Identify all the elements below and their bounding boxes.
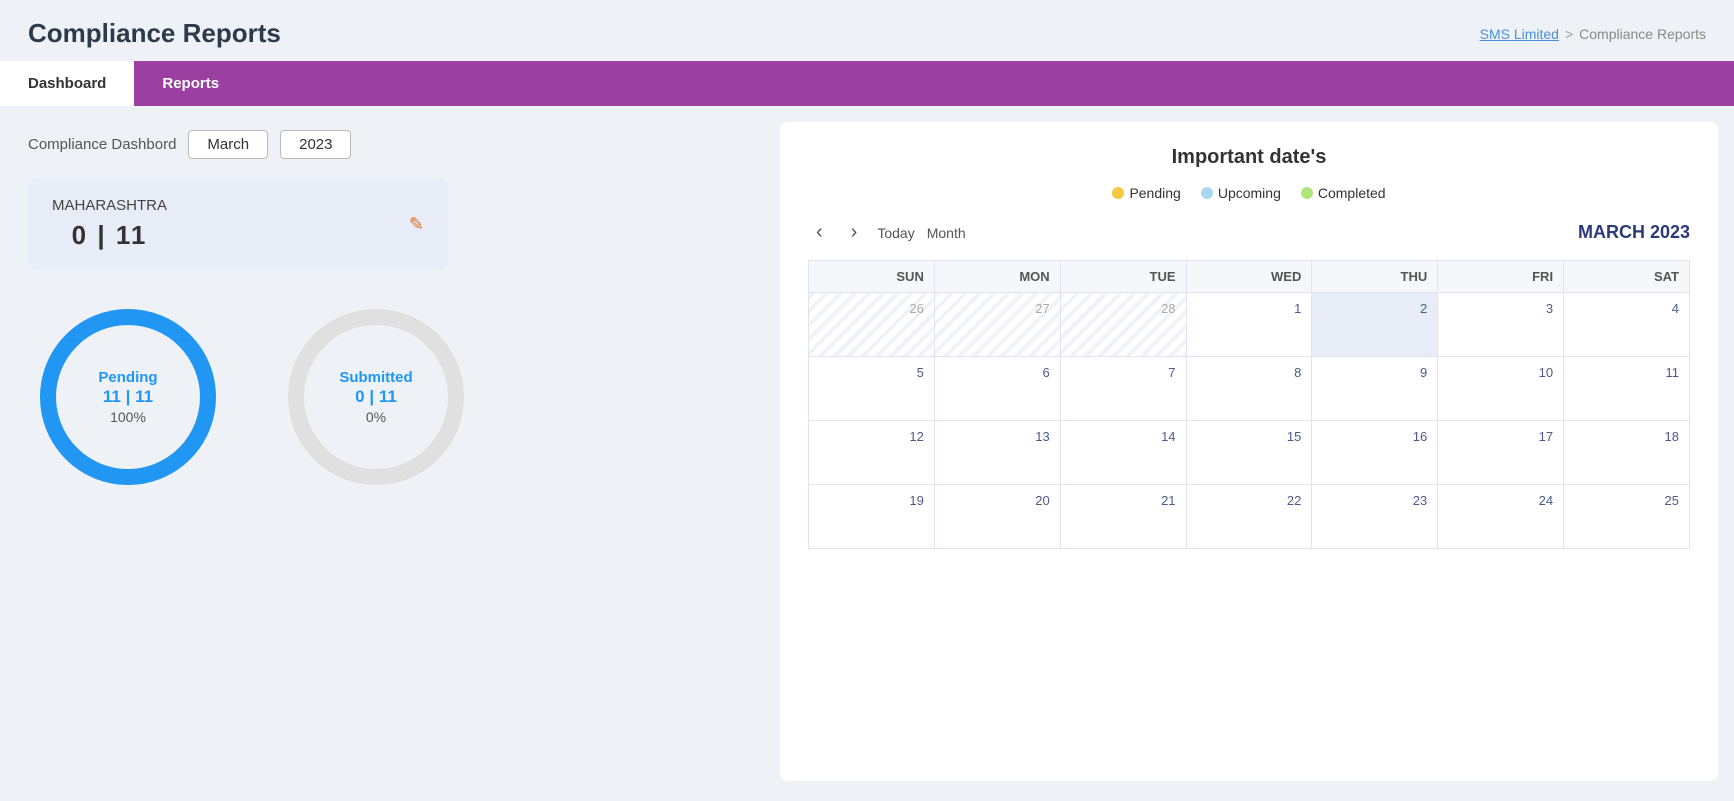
legend-upcoming: Upcoming (1201, 185, 1281, 201)
dashboard-label: Compliance Dashbord (28, 136, 176, 153)
submitted-count: 0 | 11 (339, 387, 412, 407)
calendar-day[interactable]: 26 (809, 293, 935, 357)
pending-donut-center: Pending 11 | 11 100% (98, 369, 157, 425)
calendar-day[interactable]: 10 (1438, 357, 1564, 421)
calendar-day[interactable]: 9 (1312, 357, 1438, 421)
breadcrumb-separator: > (1565, 26, 1573, 42)
calendar-body: 2627281234567891011121314151617181920212… (809, 293, 1690, 549)
submitted-donut-center: Submitted 0 | 11 0% (339, 369, 412, 425)
calendar-day[interactable]: 22 (1186, 485, 1312, 549)
legend-pending-dot (1112, 187, 1124, 199)
calendar-day[interactable]: 23 (1312, 485, 1438, 549)
calendar-day[interactable]: 27 (934, 293, 1060, 357)
calendar-day[interactable]: 3 (1438, 293, 1564, 357)
cal-prev-btn[interactable]: ‹ (808, 219, 831, 246)
content-area: Compliance Dashbord March 2023 MAHARASHT… (0, 106, 1734, 797)
state-count: 0 | 11 (72, 220, 148, 251)
calendar-grid: SUN MON TUE WED THU FRI SAT 262728123456… (808, 260, 1690, 549)
calendar-title: Important date's (808, 146, 1690, 169)
breadcrumb-current: Compliance Reports (1579, 26, 1706, 42)
calendar-day[interactable]: 14 (1060, 421, 1186, 485)
month-pill[interactable]: March (188, 130, 268, 159)
calendar-day[interactable]: 13 (934, 421, 1060, 485)
legend-pending-label: Pending (1129, 185, 1180, 201)
calendar-week-3: 19202122232425 (809, 485, 1690, 549)
state-card-inner: MAHARASHTRA 0 | 11 (52, 197, 167, 251)
legend-upcoming-label: Upcoming (1218, 185, 1281, 201)
calendar-legend: Pending Upcoming Completed (808, 185, 1690, 201)
col-wed: WED (1186, 261, 1312, 293)
pending-pct: 100% (98, 409, 157, 425)
calendar-day[interactable]: 11 (1564, 357, 1690, 421)
cal-next-btn[interactable]: › (843, 219, 866, 246)
state-separator: | (97, 220, 116, 250)
col-sun: SUN (809, 261, 935, 293)
col-tue: TUE (1060, 261, 1186, 293)
calendar-day[interactable]: 21 (1060, 485, 1186, 549)
circles-row: Pending 11 | 11 100% (28, 297, 752, 497)
breadcrumb-parent[interactable]: SMS Limited (1480, 26, 1559, 42)
col-mon: MON (934, 261, 1060, 293)
legend-upcoming-dot (1201, 187, 1213, 199)
col-thu: THU (1312, 261, 1438, 293)
cal-month-view[interactable]: Month (927, 225, 966, 241)
pending-donut: Pending 11 | 11 100% (28, 297, 228, 497)
calendar-day[interactable]: 18 (1564, 421, 1690, 485)
submitted-pct: 0% (339, 409, 412, 425)
calendar-day[interactable]: 8 (1186, 357, 1312, 421)
legend-completed: Completed (1301, 185, 1386, 201)
legend-completed-dot (1301, 187, 1313, 199)
calendar-header-row: SUN MON TUE WED THU FRI SAT (809, 261, 1690, 293)
cal-month-year: MARCH 2023 (1578, 222, 1690, 243)
calendar-week-2: 12131415161718 (809, 421, 1690, 485)
calendar-day[interactable]: 7 (1060, 357, 1186, 421)
submitted-circle-container: Submitted 0 | 11 0% (276, 297, 476, 497)
submitted-label: Submitted (339, 369, 412, 386)
col-fri: FRI (1438, 261, 1564, 293)
dashboard-label-row: Compliance Dashbord March 2023 (28, 130, 752, 159)
calendar-day[interactable]: 1 (1186, 293, 1312, 357)
year-pill[interactable]: 2023 (280, 130, 351, 159)
pending-count: 11 | 11 (98, 387, 157, 407)
calendar-nav: ‹ › Today Month MARCH 2023 (808, 219, 1690, 246)
calendar-week-1: 567891011 (809, 357, 1690, 421)
calendar-day[interactable]: 17 (1438, 421, 1564, 485)
legend-pending: Pending (1112, 185, 1180, 201)
calendar-day[interactable]: 5 (809, 357, 935, 421)
breadcrumb: SMS Limited > Compliance Reports (1480, 26, 1706, 42)
calendar-week-0: 2627281234 (809, 293, 1690, 357)
edit-icon[interactable]: ✎ (409, 214, 424, 235)
cal-today[interactable]: Today (877, 225, 914, 241)
calendar-day[interactable]: 19 (809, 485, 935, 549)
tab-dashboard[interactable]: Dashboard (0, 61, 134, 106)
calendar-day[interactable]: 12 (809, 421, 935, 485)
pending-circle-container: Pending 11 | 11 100% (28, 297, 228, 497)
calendar-day[interactable]: 20 (934, 485, 1060, 549)
state-name: MAHARASHTRA (52, 197, 167, 214)
calendar-day[interactable]: 6 (934, 357, 1060, 421)
legend-completed-label: Completed (1318, 185, 1386, 201)
state-total: 11 (116, 220, 148, 250)
calendar-day[interactable]: 28 (1060, 293, 1186, 357)
calendar-day[interactable]: 16 (1312, 421, 1438, 485)
top-header: Compliance Reports SMS Limited > Complia… (0, 0, 1734, 61)
pending-label: Pending (98, 369, 157, 386)
left-panel: Compliance Dashbord March 2023 MAHARASHT… (0, 106, 780, 797)
calendar-day[interactable]: 24 (1438, 485, 1564, 549)
calendar-day[interactable]: 15 (1186, 421, 1312, 485)
right-panel: Important date's Pending Upcoming Comple… (780, 122, 1718, 781)
calendar-day[interactable]: 2 (1312, 293, 1438, 357)
submitted-donut: Submitted 0 | 11 0% (276, 297, 476, 497)
calendar-day[interactable]: 4 (1564, 293, 1690, 357)
calendar-day[interactable]: 25 (1564, 485, 1690, 549)
page-title: Compliance Reports (28, 18, 281, 49)
tab-reports[interactable]: Reports (134, 61, 247, 106)
col-sat: SAT (1564, 261, 1690, 293)
tab-bar: Dashboard Reports (0, 61, 1734, 106)
state-card: MAHARASHTRA 0 | 11 ✎ (28, 179, 448, 269)
state-submitted: 0 (72, 220, 88, 250)
